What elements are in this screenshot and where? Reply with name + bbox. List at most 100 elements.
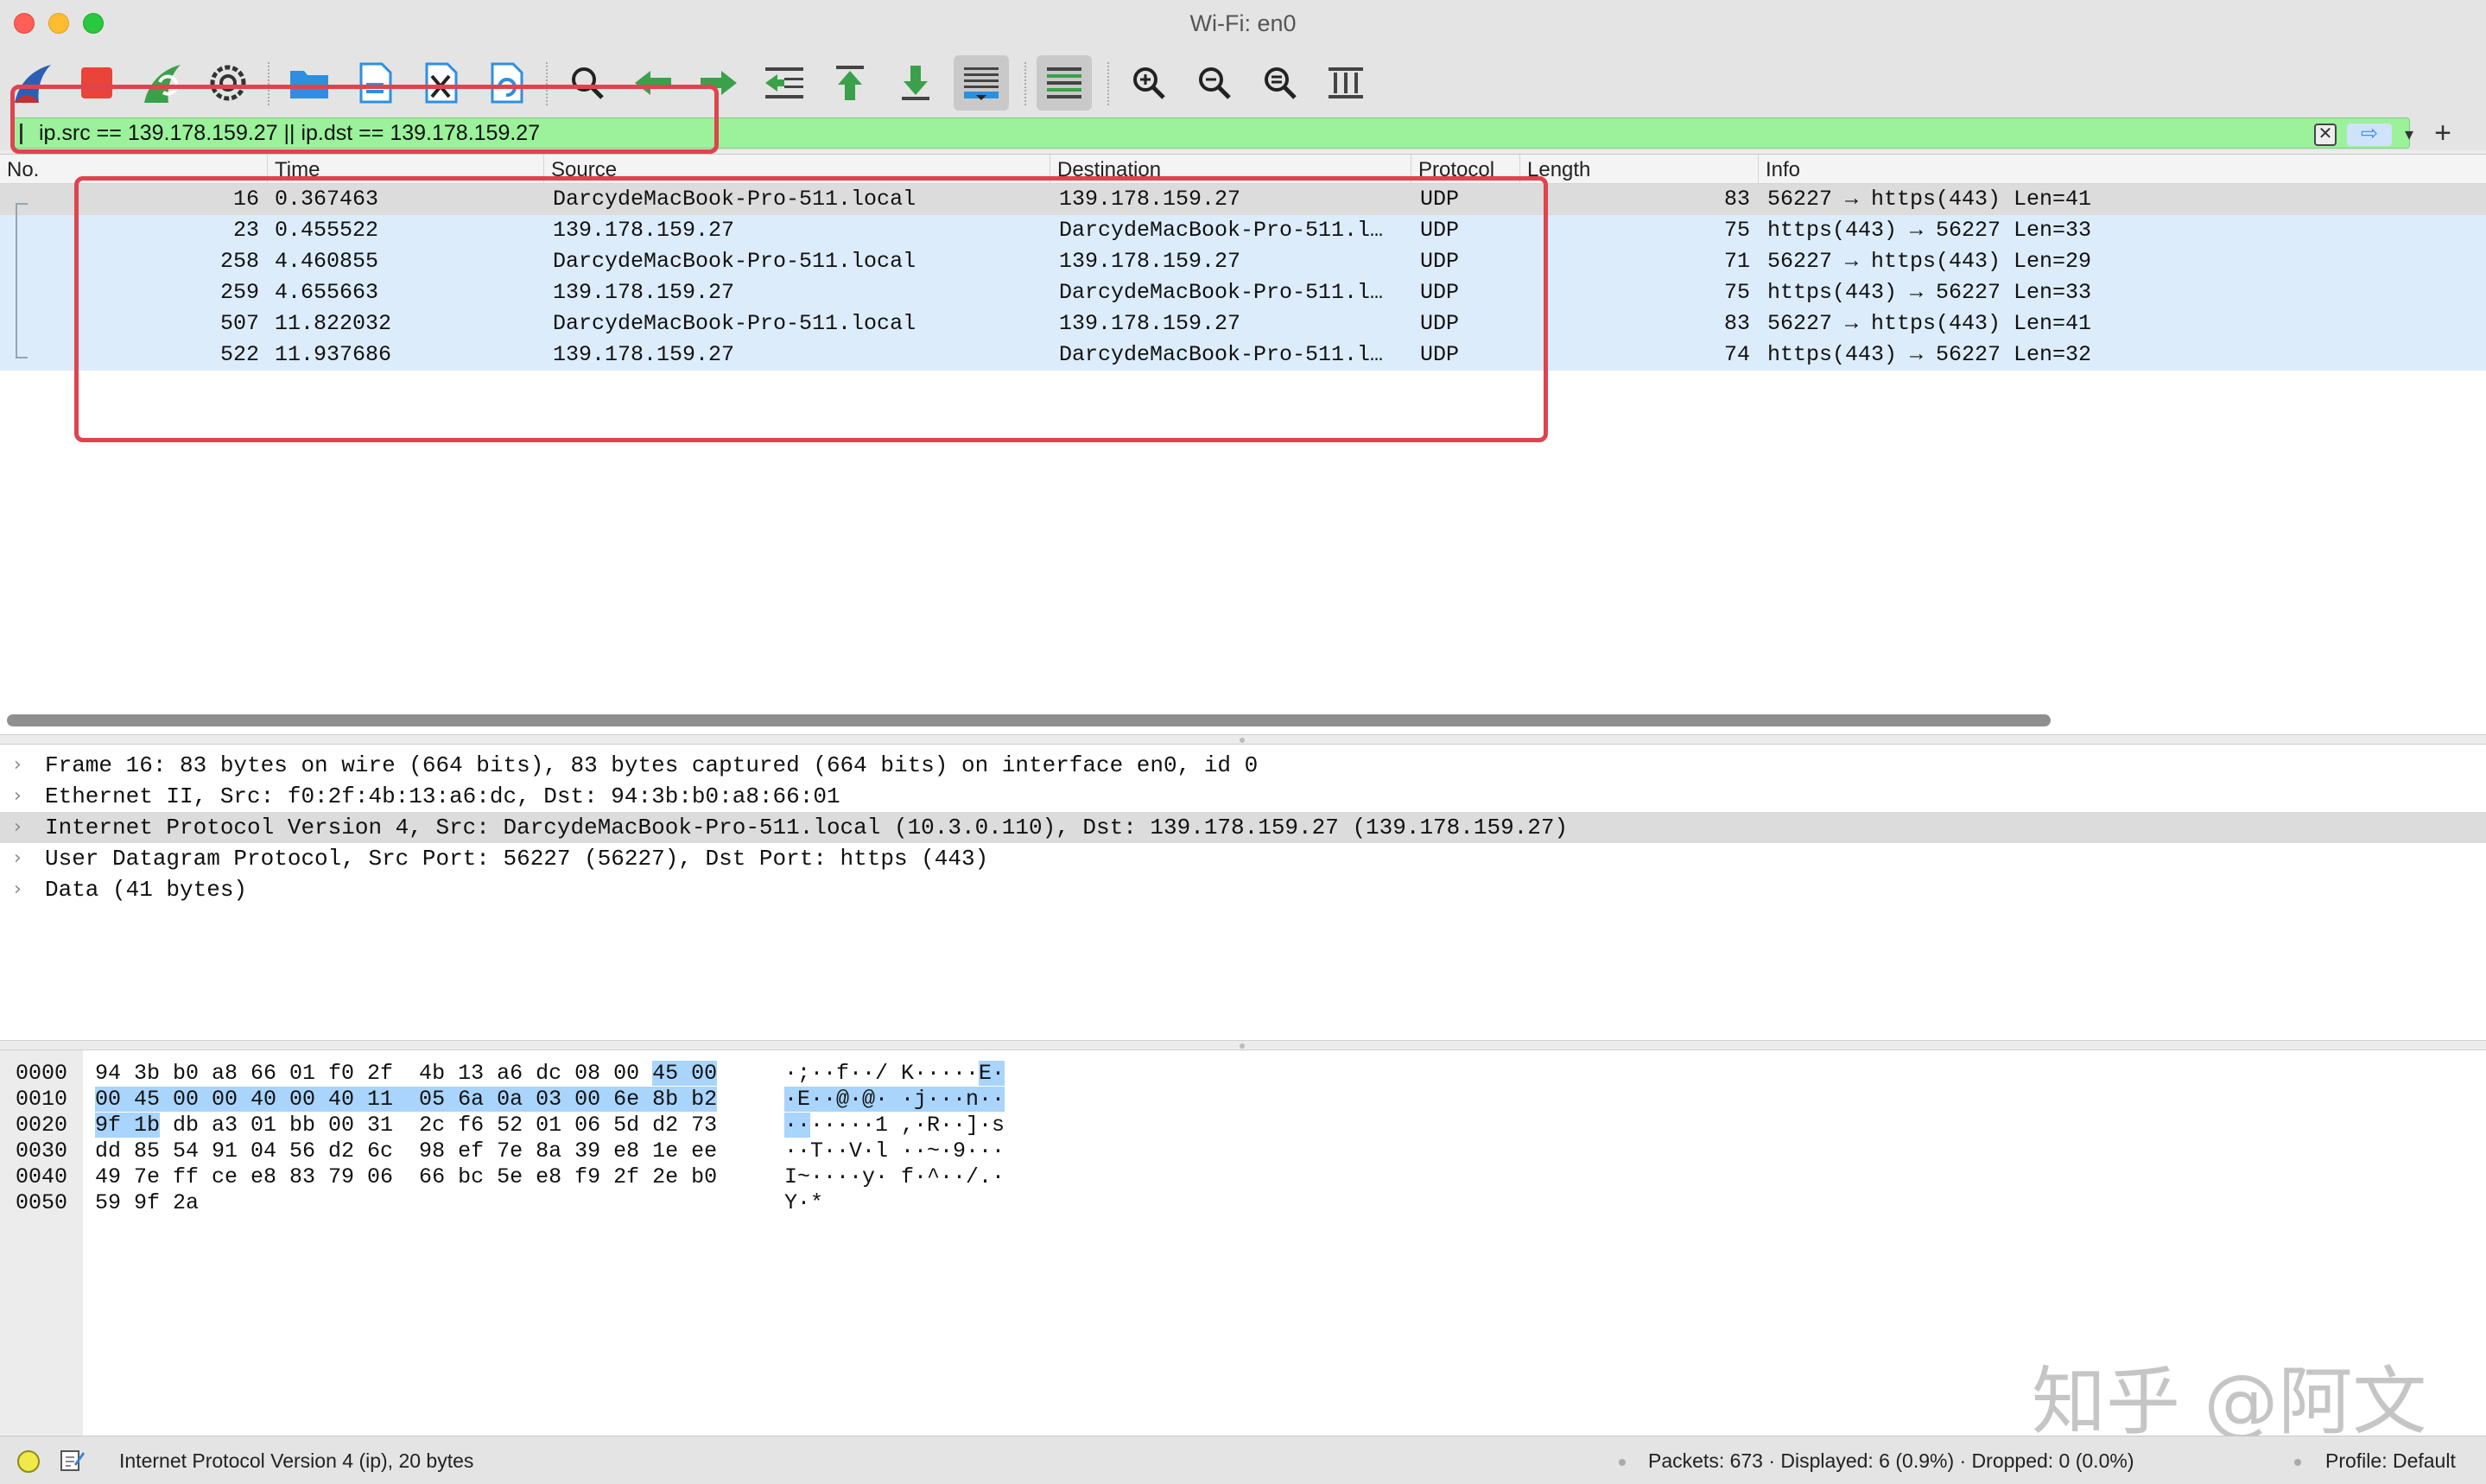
bytes-hex-text: 59 9f 2a	[95, 1190, 200, 1215]
bytes-ascii-text: ·····1 ,·R··]·s	[810, 1113, 1005, 1138]
toolbar-separator	[1107, 62, 1109, 105]
bytes-hex-text: dd 85 54 91 04 56 d2 6c 98 ef 7e 8a 39 e…	[95, 1138, 718, 1164]
bytes-ascii: I~····y· f·^··/.·	[784, 1164, 1005, 1190]
bytes-offset: 0000	[16, 1061, 68, 1086]
bytes-ascii-text: Y·*	[784, 1190, 824, 1215]
status-separator-dot	[2294, 1459, 2301, 1466]
bytes-offset: 0050	[16, 1190, 68, 1215]
bytes-hex: 49 7e ff ce e8 83 79 06 66 bc 5e e8 f9 2…	[95, 1164, 717, 1190]
add-filter-button[interactable]: +	[2426, 116, 2460, 150]
detail-tree-item-label: Internet Protocol Version 4, Src: Darcyd…	[45, 815, 1569, 840]
packet-length: 83	[1723, 311, 1750, 336]
bytes-ascii-text: ·;··f··/ K·····	[784, 1061, 980, 1086]
go-last-packet-button[interactable]	[888, 55, 943, 111]
normal-size-button[interactable]	[1253, 55, 1308, 111]
auto-scroll-icon	[964, 67, 999, 100]
bytes-ascii: Y·*	[784, 1190, 823, 1216]
expand-chevron-icon[interactable]: ›	[14, 781, 22, 812]
zoom-in-icon	[1133, 67, 1165, 99]
pane-splitter[interactable]	[0, 1040, 2486, 1050]
detail-tree-item[interactable]: › Internet Protocol Version 4, Src: Darcy…	[0, 812, 2486, 843]
bytes-ascii: ··T··V·l ··~·9···	[784, 1138, 1005, 1164]
bytes-hex-text: 49 7e ff ce e8 83 79 06 66 bc 5e e8 f9 2…	[95, 1164, 718, 1189]
bytes-ascii-text: ··T··V·l ··~·9···	[784, 1138, 1005, 1164]
auto-scroll-button[interactable]	[954, 55, 1009, 111]
packet-length: 74	[1723, 342, 1750, 367]
clear-filter-icon[interactable]: ✕	[2314, 124, 2337, 146]
bytes-hex: 59 9f 2a	[95, 1190, 199, 1216]
bytes-hex: dd 85 54 91 04 56 d2 6c 98 ef 7e 8a 39 e…	[95, 1138, 717, 1164]
bytes-ascii: ·E··@·@· ·j···n··	[784, 1087, 1005, 1113]
colorize-icon	[1047, 67, 1081, 98]
bytes-offset: 0020	[16, 1113, 68, 1138]
apply-filter-icon[interactable]: ⇨	[2347, 124, 2392, 146]
bytes-hex: 00 45 00 00 40 00 40 11 05 6a 0a 03 00 6…	[95, 1087, 718, 1113]
go-last-packet-icon	[902, 66, 929, 100]
filter-annotation-box	[10, 85, 719, 154]
bytes-hex-selected: 45 00	[652, 1061, 718, 1086]
packet-info: 56227 → https(443) Len=29	[1767, 249, 2092, 274]
bytes-ascii: ·······1 ,·R··]·s	[784, 1113, 1005, 1138]
packet-info: https(443) → 56227 Len=32	[1767, 342, 2092, 367]
bytes-ascii-selected: ··	[784, 1113, 811, 1138]
packet-list-horizontal-scrollbar[interactable]	[7, 714, 2051, 726]
toolbar-separator	[1024, 62, 1026, 105]
pane-splitter[interactable]	[0, 734, 2486, 745]
packet-info: 56227 → https(443) Len=41	[1767, 311, 2092, 336]
bytes-row[interactable]: 0010 00 45 00 00 40 00 40 11 05 6a 0a 03 …	[0, 1087, 1209, 1113]
title-bar: Wi-Fi: en0	[0, 0, 2486, 47]
go-first-packet-button[interactable]	[822, 55, 878, 111]
detail-tree-item[interactable]: › User Datagram Protocol, Src Port: 56227…	[0, 843, 2486, 874]
window-title: Wi-Fi: en0	[1189, 10, 1297, 36]
status-packet-counts: Packets: 673 · Displayed: 6 (0.9%) · Dro…	[1648, 1449, 2134, 1472]
colorize-button[interactable]	[1037, 55, 1092, 111]
bytes-row[interactable]: 0000 94 3b b0 a8 66 01 f0 2f 4b 13 a6 dc …	[0, 1061, 1209, 1087]
expert-info-indicator-icon[interactable]	[17, 1450, 40, 1473]
bytes-row[interactable]: 0020 9f 1b db a3 01 bb 00 31 2c f6 52 01 …	[0, 1113, 1209, 1138]
packet-details-tree: › Frame 16: 83 bytes on wire (664 bits), …	[0, 745, 2486, 1040]
bytes-row[interactable]: 0030 dd 85 54 91 04 56 d2 6c 98 ef 7e 8a …	[0, 1138, 1209, 1164]
bytes-hex-selected: 9f 1b	[95, 1113, 161, 1138]
bytes-offset: 0030	[16, 1138, 68, 1164]
column-header-length[interactable]: Length	[1520, 155, 1759, 184]
zoom-out-button[interactable]	[1187, 55, 1242, 111]
normal-size-icon	[1265, 67, 1297, 99]
status-field-info: Internet Protocol Version 4 (ip), 20 byt…	[119, 1449, 474, 1472]
resize-columns-button[interactable]	[1318, 55, 1373, 111]
go-to-packet-button[interactable]	[757, 55, 812, 111]
packet-length: 75	[1723, 280, 1750, 305]
detail-tree-item[interactable]: › Ethernet II, Src: f0:2f:4b:13:a6:dc, Ds…	[0, 781, 2486, 812]
packet-info: https(443) → 56227 Len=33	[1767, 218, 2092, 243]
status-profile[interactable]: Profile: Default	[2325, 1436, 2456, 1484]
bytes-ascii: ·;··f··/ K·····E·	[784, 1061, 1005, 1087]
bytes-hex: 94 3b b0 a8 66 01 f0 2f 4b 13 a6 dc 08 0…	[95, 1061, 718, 1087]
expand-chevron-icon[interactable]: ›	[14, 812, 22, 843]
detail-tree-item[interactable]: › Data (41 bytes)	[0, 874, 2486, 905]
status-bar: Internet Protocol Version 4 (ip), 20 byt…	[0, 1436, 2486, 1484]
detail-tree-item[interactable]: › Frame 16: 83 bytes on wire (664 bits), …	[0, 750, 2486, 781]
conversation-bracket	[16, 203, 28, 358]
capture-comment-icon[interactable]	[59, 1447, 85, 1473]
column-header-info[interactable]: Info	[1759, 155, 2486, 184]
packet-length: 75	[1723, 218, 1750, 243]
packet-length: 71	[1723, 249, 1750, 274]
bytes-hex-selected: 00 45 00 00 40 00 40 11 05 6a 0a 03 00 6…	[95, 1087, 718, 1112]
expand-chevron-icon[interactable]: ›	[14, 874, 22, 905]
expand-chevron-icon[interactable]: ›	[14, 843, 22, 874]
watermark: 知乎 @阿文	[2032, 1359, 2427, 1445]
expand-chevron-icon[interactable]: ›	[14, 750, 22, 781]
bytes-hex-text: 94 3b b0 a8 66 01 f0 2f 4b 13 a6 dc 08 0…	[95, 1061, 653, 1086]
detail-tree-item-label: Frame 16: 83 bytes on wire (664 bits), 8…	[45, 752, 1259, 778]
bytes-hex-text: db a3 01 bb 00 31 2c f6 52 01 06 5d d2 7…	[160, 1113, 718, 1138]
bytes-offset: 0040	[16, 1164, 68, 1189]
detail-tree-item-label: User Datagram Protocol, Src Port: 56227 …	[45, 846, 989, 872]
go-to-packet-icon	[765, 67, 803, 98]
bytes-row[interactable]: 0040 49 7e ff ce e8 83 79 06 66 bc 5e e8 …	[0, 1164, 1209, 1190]
detail-tree-item-label: Ethernet II, Src: f0:2f:4b:13:a6:dc, Dst…	[45, 783, 840, 809]
zoom-in-button[interactable]	[1121, 55, 1176, 111]
bytes-row[interactable]: 0050 59 9f 2a Y·*	[0, 1190, 1209, 1216]
filter-history-dropdown-icon[interactable]: ▾	[2399, 122, 2419, 148]
bytes-ascii-text: I~····y· f·^··/.·	[784, 1164, 1005, 1189]
bytes-ascii-selected: E·	[979, 1061, 1005, 1086]
packet-length: 83	[1723, 187, 1750, 212]
